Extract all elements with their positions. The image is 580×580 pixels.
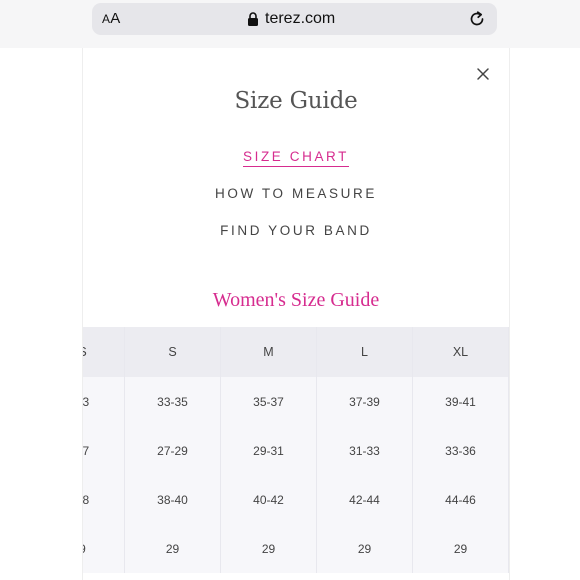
table-cell: 37-39: [317, 377, 413, 426]
modal-title: Size Guide: [234, 88, 358, 114]
table-cell: 33: [83, 377, 125, 426]
table-row: 9 29 29 29 29: [83, 524, 509, 573]
table-cell: 29: [317, 524, 413, 573]
section-title: Women's Size Guide: [212, 289, 380, 311]
table-cell: 27-29: [125, 426, 221, 475]
table-header-row: S S M L XL: [83, 327, 509, 377]
table-cell: 29: [413, 524, 509, 573]
column-header: M: [221, 327, 317, 377]
table-row: 33 33-35 35-37 37-39 39-41: [83, 377, 509, 426]
address-bar[interactable]: AA terez.com: [92, 3, 497, 35]
table-cell: 38: [83, 475, 125, 524]
table-cell: 29: [221, 524, 317, 573]
table-cell: 33-35: [125, 377, 221, 426]
table-cell: 39-41: [413, 377, 509, 426]
table-cell: 29: [125, 524, 221, 573]
close-icon[interactable]: [475, 66, 491, 82]
table-row: 38 38-40 40-42 42-44 44-46: [83, 475, 509, 524]
page-gutter-right: [508, 48, 580, 580]
table-cell: 9: [83, 524, 125, 573]
table-cell: 29-31: [221, 426, 317, 475]
table-cell: 42-44: [317, 475, 413, 524]
page-gutter-left: [0, 48, 82, 580]
column-header: S: [125, 327, 221, 377]
column-header: S: [83, 327, 125, 377]
lock-icon: [248, 12, 258, 26]
tab-find-your-band[interactable]: FIND YOUR BAND: [83, 223, 509, 238]
reload-icon[interactable]: [467, 9, 487, 29]
table-cell: 40-42: [221, 475, 317, 524]
tab-how-to-measure[interactable]: HOW TO MEASURE: [83, 186, 509, 201]
table-cell: 31-33: [317, 426, 413, 475]
url-display[interactable]: terez.com: [247, 9, 335, 29]
table-row: 27 27-29 29-31 31-33 33-36: [83, 426, 509, 475]
browser-top-bar: AA terez.com: [0, 0, 580, 48]
size-chart-table: S S M L XL 33 33-35 35-37 37-39 39-41 27…: [83, 327, 509, 573]
url-text: terez.com: [265, 10, 336, 27]
column-header: L: [317, 327, 413, 377]
table-cell: 33-36: [413, 426, 509, 475]
table-cell: 38-40: [125, 475, 221, 524]
size-guide-modal: Size Guide SIZE CHART HOW TO MEASURE FIN…: [82, 48, 510, 580]
column-header: XL: [413, 327, 509, 377]
tab-size-chart[interactable]: SIZE CHART: [83, 149, 509, 167]
table-cell: 44-46: [413, 475, 509, 524]
table-cell: 27: [83, 426, 125, 475]
table-cell: 35-37: [221, 377, 317, 426]
reader-text-size-button[interactable]: AA: [102, 10, 120, 27]
